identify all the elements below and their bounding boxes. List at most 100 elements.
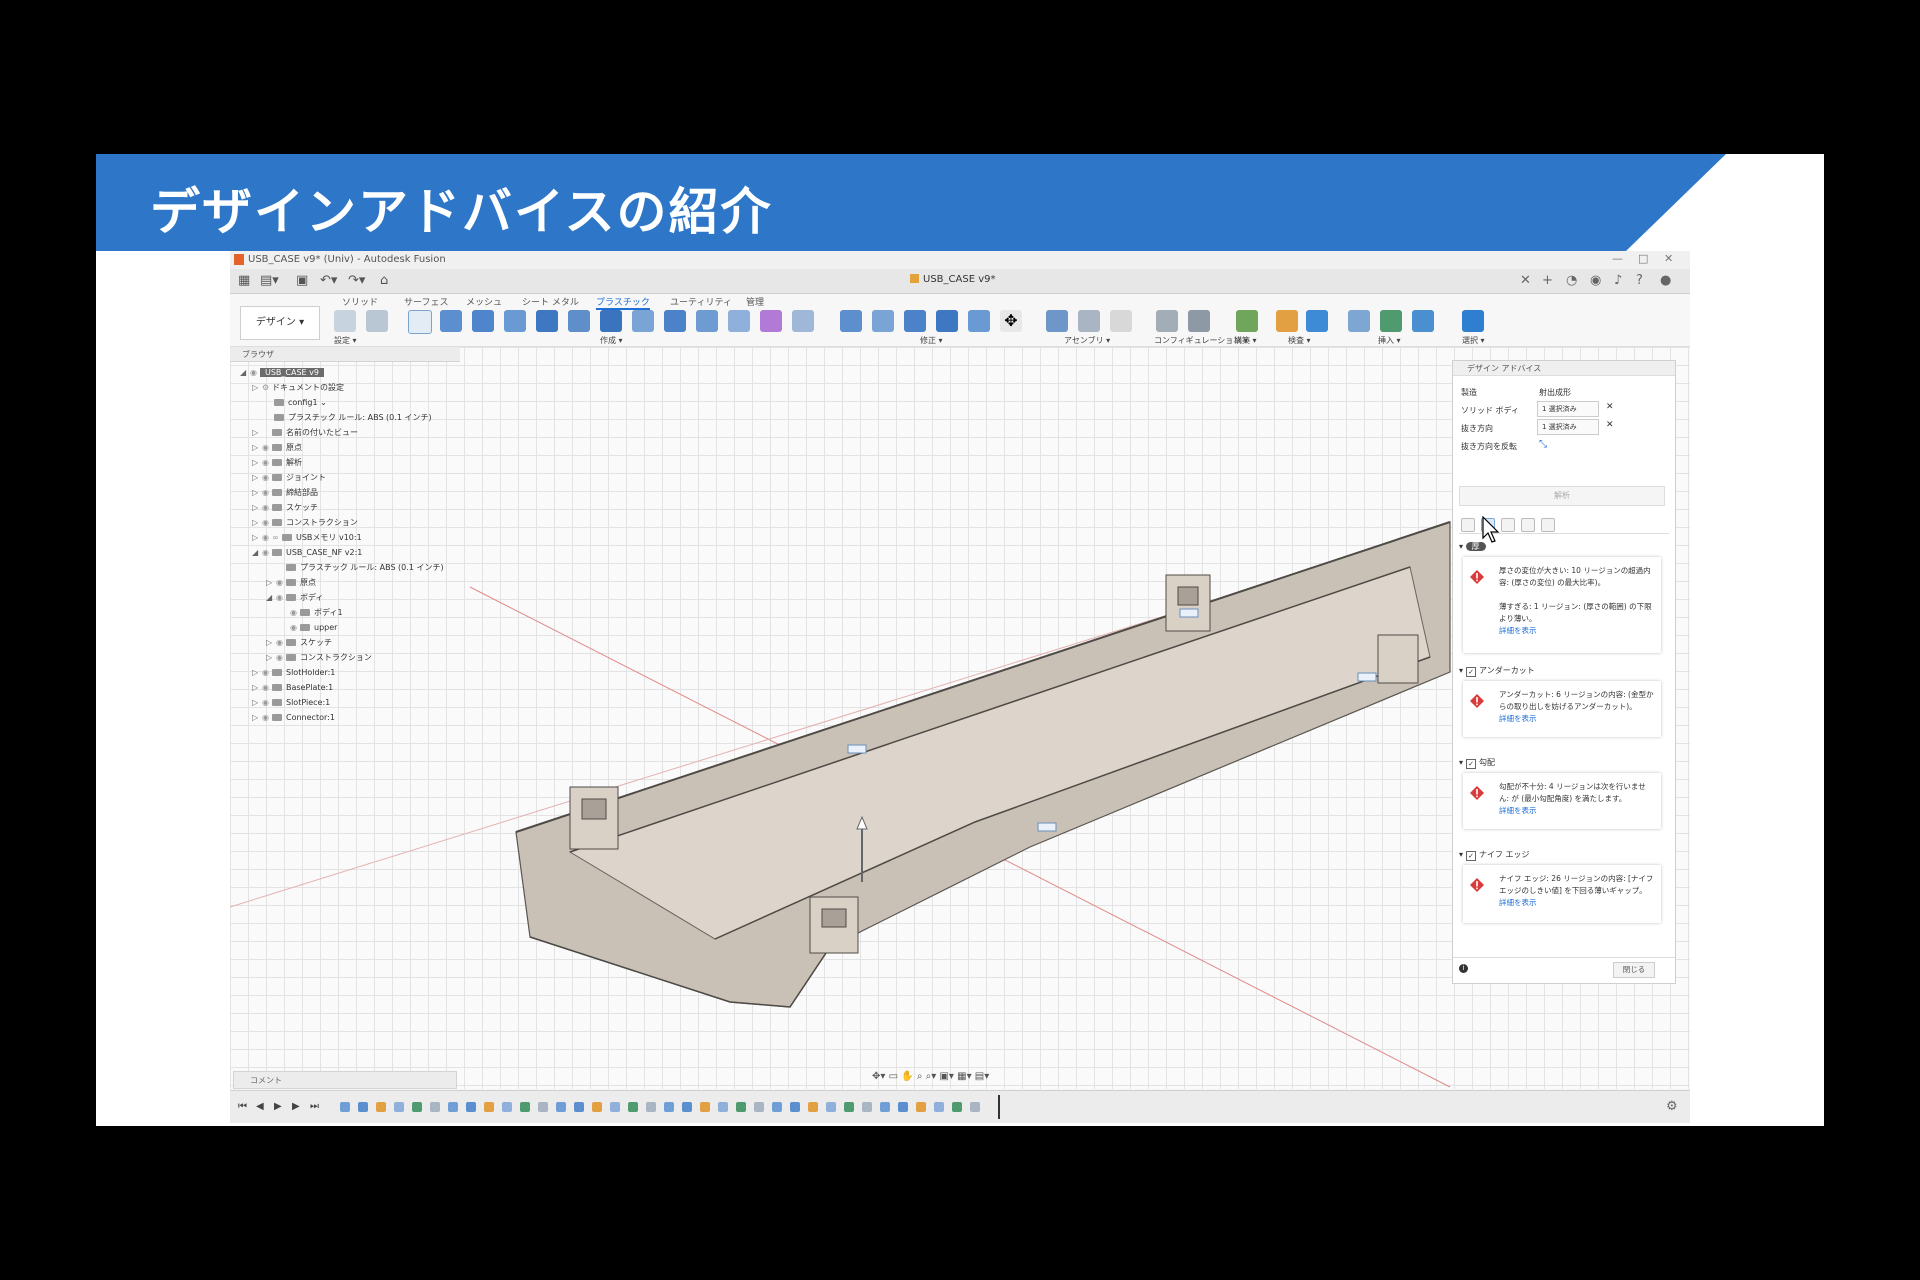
info-icon[interactable]: i (1459, 964, 1468, 973)
go-to-start-icon[interactable]: ⏮ (238, 1101, 247, 1112)
tree-item[interactable]: ▷ ◉ スケッチ (252, 500, 318, 515)
tree-item[interactable]: ▷ ◉ スケッチ (266, 635, 332, 650)
timeline-feature-icon[interactable] (808, 1102, 818, 1112)
tree-item[interactable]: ▷ ◉ 原点 (252, 440, 302, 455)
close-window-icon[interactable]: ✕ (1664, 252, 1673, 265)
rest-icon[interactable] (696, 310, 718, 332)
expand-icon[interactable]: ▷ (252, 665, 262, 680)
expand-icon[interactable]: ▷ (252, 695, 262, 710)
insert-derive-icon[interactable] (1348, 310, 1370, 332)
timeline-feature-icon[interactable] (862, 1102, 872, 1112)
timeline-feature-icon[interactable] (952, 1102, 962, 1112)
undo-icon[interactable]: ↶▾ (320, 273, 337, 288)
visibility-eye-icon[interactable]: ◉ (262, 455, 272, 470)
visibility-eye-icon[interactable]: ◉ (262, 515, 272, 530)
extensions-icon[interactable]: ◉ (1590, 273, 1601, 288)
boss-icon[interactable] (600, 310, 622, 332)
timeline-feature-icon[interactable] (556, 1102, 566, 1112)
close-button[interactable]: 閉じる (1613, 962, 1655, 978)
tree-item[interactable]: プラスチック ルール: ABS (0.1 インチ) (286, 560, 444, 575)
timeline-feature-icon[interactable] (412, 1102, 422, 1112)
visibility-eye-icon[interactable]: ◉ (276, 650, 286, 665)
motion-icon[interactable] (1110, 310, 1132, 332)
knife-edge-tab-icon[interactable] (1541, 518, 1555, 532)
new-component-icon[interactable] (1046, 310, 1068, 332)
timeline-feature-icon[interactable] (430, 1102, 440, 1112)
timeline-feature-icon[interactable] (592, 1102, 602, 1112)
timeline-feature-icon[interactable] (916, 1102, 926, 1112)
tree-item[interactable]: ◢ ◉ USB_CASE_NF v2:1 (252, 545, 362, 560)
timeline-marker[interactable] (998, 1095, 1000, 1119)
group-inspect-label[interactable]: 検査 ▾ (1288, 335, 1311, 346)
pull-direction-selection[interactable]: 1 選択済み (1537, 419, 1599, 435)
timeline-feature-icon[interactable] (610, 1102, 620, 1112)
timeline-feature-icon[interactable] (664, 1102, 674, 1112)
visibility-eye-icon[interactable]: ◉ (262, 665, 272, 680)
draft-checkbox[interactable]: ✓ (1466, 759, 1477, 769)
visibility-eye-icon[interactable]: ◉ (262, 470, 272, 485)
fillet-icon[interactable] (872, 310, 894, 332)
group-insert-label[interactable]: 挿入 ▾ (1378, 335, 1401, 346)
notifications-icon[interactable]: ♪ (1614, 273, 1622, 288)
timeline-feature-icon[interactable] (502, 1102, 512, 1112)
show-details-link[interactable]: 詳細を表示 (1499, 805, 1655, 817)
form-icon[interactable] (760, 310, 782, 332)
tree-item[interactable]: ▷ ◉ 解析 (252, 455, 302, 470)
visibility-eye-icon[interactable]: ◉ (290, 605, 300, 620)
solid-body-selection[interactable]: 1 選択済み (1537, 401, 1599, 417)
file-menu-icon[interactable]: ▤▾ (260, 273, 279, 288)
tree-item[interactable]: ▷ ◉ BasePlate:1 (252, 680, 333, 695)
collapse-icon[interactable]: ◢ (240, 365, 250, 380)
visibility-eye-icon[interactable]: ◉ (290, 620, 300, 635)
expand-icon[interactable]: ▷ (252, 380, 262, 395)
timeline-feature-icon[interactable] (484, 1102, 494, 1112)
expand-icon[interactable]: ▷ (252, 455, 262, 470)
visibility-eye-icon[interactable]: ◉ (262, 695, 272, 710)
flip-direction-icon[interactable]: ⤡ (1539, 439, 1547, 450)
redo-icon[interactable]: ↷▾ (348, 273, 365, 288)
tab-plastic[interactable]: プラスチック (596, 295, 650, 310)
expand-icon[interactable]: ▷ (252, 680, 262, 695)
timeline-feature-icon[interactable] (700, 1102, 710, 1112)
expand-icon[interactable]: ▷ (266, 650, 276, 665)
save-icon[interactable]: ▣ (296, 273, 308, 288)
snap-fit-icon[interactable] (664, 310, 686, 332)
pan-icon[interactable]: ✋ (901, 1071, 913, 1082)
list-view-icon[interactable] (1461, 518, 1475, 532)
look-at-icon[interactable]: ▭ (889, 1071, 898, 1082)
group-construct-label[interactable]: 構築 ▾ (1234, 335, 1257, 346)
tab-manage[interactable]: 管理 (746, 295, 764, 308)
timeline-feature-icon[interactable] (520, 1102, 530, 1112)
clear-selection-icon[interactable]: ✕ (1606, 402, 1614, 412)
minimize-icon[interactable]: — (1612, 252, 1623, 265)
expand-icon[interactable]: ▷ (252, 425, 262, 440)
timeline-feature-icon[interactable] (394, 1102, 404, 1112)
tab-solid[interactable]: ソリッド (342, 295, 378, 308)
visibility-eye-icon[interactable]: ◉ (262, 680, 272, 695)
step-forward-icon[interactable]: ▶ (292, 1101, 300, 1112)
expand-icon[interactable]: ▷ (252, 440, 262, 455)
group-create-label[interactable]: 作成 ▾ (600, 335, 623, 346)
clear-selection-icon[interactable]: ✕ (1606, 420, 1614, 430)
expand-icon[interactable]: ▷ (252, 470, 262, 485)
fit-icon[interactable]: ⌕▾ (926, 1071, 937, 1082)
timeline-feature-icon[interactable] (826, 1102, 836, 1112)
timeline-feature-icon[interactable] (628, 1102, 638, 1112)
chamfer-icon[interactable] (904, 310, 926, 332)
combine-icon[interactable] (936, 310, 958, 332)
table-icon[interactable] (1188, 310, 1210, 332)
tree-item[interactable]: ▷ 名前の付いたビュー (252, 425, 358, 440)
show-details-link[interactable]: 詳細を表示 (1499, 625, 1655, 637)
orbit-icon[interactable]: ✥▾ (872, 1071, 885, 1082)
timeline-feature-icon[interactable] (754, 1102, 764, 1112)
collapse-icon[interactable]: ◢ (252, 545, 262, 560)
undercut-tab-icon[interactable] (1501, 518, 1515, 532)
rib-icon[interactable] (536, 310, 558, 332)
decal-icon[interactable] (1412, 310, 1434, 332)
group-modify-label[interactable]: 修正 ▾ (920, 335, 943, 346)
close-tab-icon[interactable]: ✕ (1520, 273, 1531, 288)
expand-icon[interactable]: ▷ (252, 500, 262, 515)
viewports-icon[interactable]: ▤▾ (975, 1071, 989, 1082)
process-value[interactable]: 射出成形 (1539, 387, 1571, 398)
visibility-eye-icon[interactable]: ◉ (262, 545, 272, 560)
